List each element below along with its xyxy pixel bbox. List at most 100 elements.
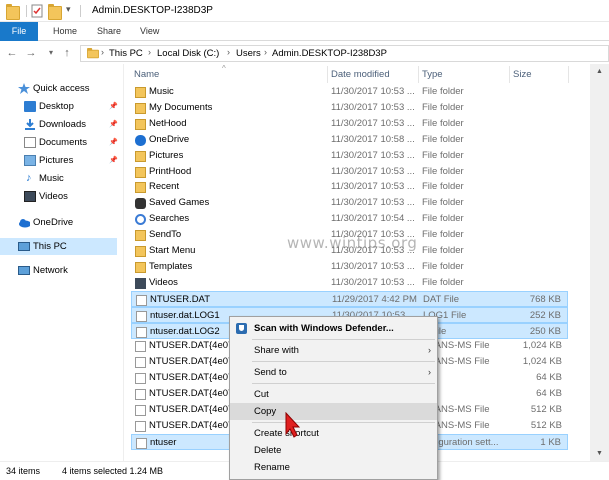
scroll-up-icon[interactable]: ▲ — [596, 68, 603, 75]
file-row[interactable]: Pictures 11/30/2017 10:53 ... File folder — [131, 148, 568, 164]
menu-label: Delete — [254, 445, 282, 456]
column-divider[interactable] — [418, 66, 419, 83]
file-name: Videos — [149, 276, 178, 288]
chevron-right-icon[interactable]: › — [148, 47, 151, 57]
file-size: 512 KB — [530, 419, 562, 431]
menu-label: Cut — [254, 389, 269, 400]
column-header-name[interactable]: Name — [134, 69, 159, 83]
folder-icon — [87, 48, 99, 59]
customize-toolbar-icon[interactable]: ▾ — [66, 4, 71, 18]
recent-locations-icon[interactable]: ▾ — [44, 46, 58, 60]
tab-file[interactable]: File — [0, 22, 38, 41]
file-icon — [136, 310, 147, 322]
file-name: Recent — [149, 181, 180, 193]
file-type: File folder — [422, 260, 464, 272]
sidebar-item-downloads[interactable]: Downloads 📌 — [0, 116, 124, 133]
documents-icon — [24, 137, 36, 148]
column-header-date[interactable]: Date modified — [331, 69, 390, 83]
column-divider[interactable] — [509, 66, 510, 83]
menu-item-create-shortcut[interactable]: Create shortcut — [230, 425, 437, 442]
sidebar-item-network[interactable]: Network — [0, 262, 124, 279]
file-date: 11/30/2017 10:53 ... — [331, 149, 415, 161]
file-row[interactable]: My Documents 11/30/2017 10:53 ... File fol… — [131, 100, 568, 116]
new-folder-icon[interactable] — [48, 4, 62, 20]
file-icon — [136, 437, 147, 449]
nav-label: Downloads — [39, 119, 86, 130]
chevron-right-icon[interactable]: › — [227, 47, 230, 57]
title-bar: ▾ Admin.DESKTOP-I238D3P — [0, 0, 609, 22]
menu-item-cut[interactable]: Cut — [230, 386, 437, 403]
scroll-down-icon[interactable]: ▼ — [596, 450, 603, 457]
file-type: File folder — [422, 276, 464, 288]
gamepad-icon — [135, 198, 146, 210]
menu-item-scan[interactable]: Scan with Windows Defender... — [230, 320, 437, 337]
menu-separator — [252, 383, 435, 384]
file-name: Pictures — [149, 149, 184, 161]
file-row[interactable]: Searches 11/30/2017 10:54 ... File folder — [131, 211, 568, 227]
breadcrumb-admin[interactable]: Admin.DESKTOP-I238D3P — [272, 48, 387, 59]
file-row[interactable]: OneDrive 11/30/2017 10:58 ... File folder — [131, 132, 568, 148]
pin-icon[interactable]: 📌 — [109, 152, 118, 169]
chevron-right-icon[interactable]: › — [264, 47, 267, 57]
column-divider[interactable] — [568, 66, 569, 83]
column-header-size[interactable]: Size — [513, 69, 531, 83]
menu-item-send-to[interactable]: Send to › — [230, 364, 437, 381]
file-row[interactable]: PrintHood 11/30/2017 10:53 ... File folder — [131, 164, 568, 180]
file-icon — [136, 326, 147, 338]
column-divider[interactable] — [327, 66, 328, 83]
tab-view[interactable]: View — [140, 22, 159, 41]
nav-quick-access[interactable]: Quick access — [0, 80, 124, 97]
sidebar-item-music[interactable]: ♪ Music — [0, 170, 124, 187]
pin-icon[interactable]: 📌 — [109, 134, 118, 151]
nav-label: Documents — [39, 137, 88, 148]
file-date: 11/30/2017 10:53 ... — [331, 197, 415, 209]
menu-item-rename[interactable]: Rename — [230, 459, 437, 476]
cursor-arrow-icon — [285, 412, 300, 438]
address-bar[interactable]: › This PC › Local Disk (C:) › Users › Ad… — [80, 45, 609, 62]
breadcrumb-local-disk[interactable]: Local Disk (C:) — [157, 48, 219, 59]
breadcrumb-this-pc[interactable]: This PC — [109, 48, 143, 59]
sidebar-item-videos[interactable]: Videos — [0, 188, 124, 205]
tab-share[interactable]: Share — [97, 22, 121, 41]
pin-icon[interactable]: 📌 — [109, 98, 118, 115]
breadcrumb-users[interactable]: Users — [236, 48, 261, 59]
file-type: File folder — [422, 101, 464, 113]
properties-icon[interactable] — [31, 4, 43, 18]
file-row[interactable]: Saved Games 11/30/2017 10:53 ... File fold… — [131, 195, 568, 211]
file-name: Searches — [149, 213, 190, 225]
sidebar-item-desktop[interactable]: Desktop 📌 — [0, 98, 124, 115]
file-size: 250 KB — [529, 325, 561, 337]
chevron-right-icon: › — [428, 345, 431, 355]
back-arrow-icon[interactable]: ← — [5, 46, 19, 60]
pin-icon[interactable]: 📌 — [109, 116, 118, 133]
file-size: 1,024 KB — [522, 340, 562, 352]
sidebar-item-onedrive[interactable]: OneDrive — [0, 214, 124, 231]
menu-separator — [252, 361, 435, 362]
chevron-right-icon[interactable]: › — [101, 47, 104, 57]
file-row[interactable]: Recent 11/30/2017 10:53 ... File folder — [131, 179, 568, 195]
menu-item-copy[interactable]: Copy — [230, 403, 437, 420]
file-row[interactable]: NTUSER.DAT 11/29/2017 4:42 PM DAT File 768 … — [131, 290, 568, 307]
vertical-scrollbar[interactable]: ▲ ▼ — [590, 64, 609, 461]
sidebar-item-this-pc[interactable]: This PC — [0, 238, 117, 255]
cloud-icon — [135, 134, 146, 146]
sidebar-item-pictures[interactable]: Pictures 📌 — [0, 152, 124, 169]
file-row[interactable]: NetHood 11/30/2017 10:53 ... File folder — [131, 116, 568, 132]
forward-arrow-icon[interactable]: → — [24, 46, 38, 60]
file-name: ntuser.dat.LOG2 — [150, 325, 220, 337]
menu-item-share-with[interactable]: Share with › — [230, 342, 437, 359]
file-icon — [135, 373, 146, 385]
file-row[interactable]: Videos 11/30/2017 10:53 ... File folder — [131, 275, 568, 291]
up-arrow-icon[interactable]: ↑ — [60, 46, 74, 60]
file-name: Music — [149, 86, 174, 97]
tab-home[interactable]: Home — [53, 22, 77, 41]
menu-item-delete[interactable]: Delete — [230, 442, 437, 459]
sidebar-item-documents[interactable]: Documents 📌 — [0, 134, 124, 151]
file-type: File folder — [422, 197, 464, 209]
cloud-icon — [19, 219, 30, 228]
file-row[interactable]: Music 11/30/2017 10:53 ... File folder — [131, 84, 568, 100]
column-header-type[interactable]: Type — [422, 69, 443, 83]
menu-label: Rename — [254, 462, 290, 473]
file-row[interactable]: Templates 11/30/2017 10:53 ... File folder — [131, 259, 568, 275]
videos-icon — [135, 277, 146, 289]
